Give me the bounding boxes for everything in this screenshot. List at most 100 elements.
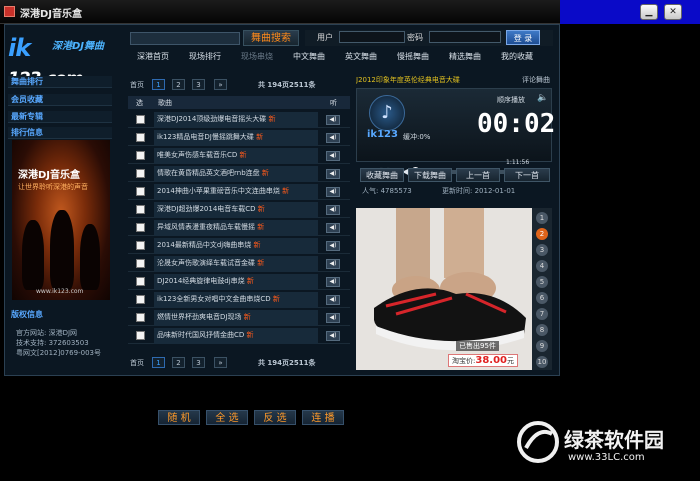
song-title[interactable]: 异域风情表漫重夜精品车载慢摇 xyxy=(157,223,255,231)
page-2[interactable]: 2 xyxy=(172,79,185,90)
page-next[interactable]: » xyxy=(214,79,227,90)
song-checkbox[interactable] xyxy=(136,313,145,322)
download-song-button[interactable]: 下载舞曲 xyxy=(408,168,452,182)
tab-selected[interactable]: 精选舞曲 xyxy=(442,49,488,65)
song-row[interactable]: DJ2014经典旋律电鼓dj串烧 新 ◀) xyxy=(128,274,350,290)
song-row[interactable]: 燃情世界杯劲爽电音DJ现场 新 ◀) xyxy=(128,310,350,326)
random-button[interactable]: 随 机 xyxy=(158,410,200,425)
ad-page-10[interactable]: 10 xyxy=(536,356,548,368)
comment-link[interactable]: 评论舞曲 xyxy=(510,74,550,86)
minimize-button[interactable]: ▁ xyxy=(640,4,658,20)
sidebar-item-rank-info[interactable]: 排行信息 xyxy=(8,127,112,139)
song-checkbox[interactable] xyxy=(136,169,145,178)
listen-icon[interactable]: ◀) xyxy=(326,241,340,251)
song-title[interactable]: ik123精品电音DJ慢摇跳舞大碟 xyxy=(157,133,254,141)
song-title-cell[interactable]: 品味新时代国风抒情金曲CD 新 xyxy=(154,328,318,344)
invert-select-button[interactable]: 反 选 xyxy=(254,410,296,425)
song-title[interactable]: 品味新时代国风抒情金曲CD xyxy=(157,331,244,339)
listen-icon[interactable]: ◀) xyxy=(326,169,340,179)
song-title-cell[interactable]: 唯美女声伤感车载音乐CD 新 xyxy=(154,148,318,164)
listen-icon[interactable]: ◀) xyxy=(326,115,340,125)
song-row[interactable]: 沦晟女声伤歌演绎车载试音金碟 新 ◀) xyxy=(128,256,350,272)
song-checkbox[interactable] xyxy=(136,133,145,142)
listen-icon[interactable]: ◀) xyxy=(326,151,340,161)
song-title[interactable]: ik123全新男女对唱中文金曲串烧CD xyxy=(157,295,271,303)
speaker-icon[interactable]: 🔈 xyxy=(537,93,548,103)
song-row[interactable]: ik123精品电音DJ慢摇跳舞大碟 新 ◀) xyxy=(128,130,350,146)
page-next[interactable]: » xyxy=(214,357,227,368)
page-3[interactable]: 3 xyxy=(192,79,205,90)
ad-page-5[interactable]: 5 xyxy=(536,276,548,288)
favorite-song-button[interactable]: 收藏舞曲 xyxy=(360,168,404,182)
song-checkbox[interactable] xyxy=(136,241,145,250)
song-title-cell[interactable]: ik123全新男女对唱中文金曲串烧CD 新 xyxy=(154,292,318,308)
song-checkbox[interactable] xyxy=(136,223,145,232)
song-row[interactable]: 2014最新精品中文dj嗨曲串烧 新 ◀) xyxy=(128,238,350,254)
song-title-cell[interactable]: 深港DJ2014顶级劲爆电音摇头大碟 新 xyxy=(154,112,318,128)
listen-icon[interactable]: ◀) xyxy=(326,277,340,287)
next-button[interactable]: 下一首 xyxy=(504,168,550,182)
pager-home[interactable]: 首页 xyxy=(130,358,144,368)
select-all-button[interactable]: 全 选 xyxy=(206,410,248,425)
tab-live-ranking[interactable]: 现场排行 xyxy=(182,49,228,65)
song-title-cell[interactable]: 沦晟女声伤歌演绎车载试音金碟 新 xyxy=(154,256,318,272)
page-3[interactable]: 3 xyxy=(192,357,205,368)
song-checkbox[interactable] xyxy=(136,115,145,124)
song-title-cell[interactable]: 2014抻曲小苹果重磅音乐中文连曲串烧 新 xyxy=(154,184,318,200)
listen-icon[interactable]: ◀) xyxy=(326,223,340,233)
ad-page-1[interactable]: 1 xyxy=(536,212,548,224)
ad-page-7[interactable]: 7 xyxy=(536,308,548,320)
listen-icon[interactable]: ◀) xyxy=(326,133,340,143)
song-checkbox[interactable] xyxy=(136,259,145,268)
song-title-cell[interactable]: DJ2014经典旋律电鼓dj串烧 新 xyxy=(154,274,318,290)
username-field[interactable] xyxy=(339,31,405,43)
page-1[interactable]: 1 xyxy=(152,79,165,90)
song-row[interactable]: 异域风情表漫重夜精品车载慢摇 新 ◀) xyxy=(128,220,350,236)
login-button[interactable]: 登 录 xyxy=(506,30,540,45)
song-title[interactable]: 深港DJ超劲爆2014电音车载CD xyxy=(157,205,256,213)
search-button[interactable]: 舞曲搜索 xyxy=(243,30,299,46)
song-title-cell[interactable]: 2014最新精品中文dj嗨曲串烧 新 xyxy=(154,238,318,254)
song-checkbox[interactable] xyxy=(136,205,145,214)
tab-slow[interactable]: 慢摇舞曲 xyxy=(390,49,436,65)
song-title[interactable]: 2014最新精品中文dj嗨曲串烧 xyxy=(157,241,251,249)
sidebar-item-new-albums[interactable]: 最新专辑 xyxy=(8,111,112,123)
password-field[interactable] xyxy=(429,31,501,43)
ad-page-9[interactable]: 9 xyxy=(536,340,548,352)
promo-banner[interactable]: 深港DJ音乐盒 让世界聆听深港的声音 www.ik123.com xyxy=(12,140,110,300)
song-title[interactable]: DJ2014经典旋律电鼓dj串烧 xyxy=(157,277,245,285)
tab-home[interactable]: 深港首页 xyxy=(130,49,176,65)
ad-page-2[interactable]: 2 xyxy=(536,228,548,240)
listen-icon[interactable]: ◀) xyxy=(326,259,340,269)
sidebar-item-ranking[interactable]: 舞曲排行 xyxy=(8,76,112,88)
song-title[interactable]: 情歌在黄昏精品英文酒吧rnb连盘 xyxy=(157,169,260,177)
tab-english[interactable]: 英文舞曲 xyxy=(338,49,384,65)
listen-icon[interactable]: ◀) xyxy=(326,205,340,215)
ad-page-6[interactable]: 6 xyxy=(536,292,548,304)
play-mode[interactable]: 顺序播放 xyxy=(497,95,525,105)
tab-live-medley[interactable]: 现场串烧 xyxy=(234,49,280,65)
song-title[interactable]: 沦晟女声伤歌演绎车载试音金碟 xyxy=(157,259,255,267)
ad-page-4[interactable]: 4 xyxy=(536,260,548,272)
song-title[interactable]: 2014抻曲小苹果重磅音乐中文连曲串烧 xyxy=(157,187,280,195)
song-title[interactable]: 深港DJ2014顶级劲爆电音摇头大碟 xyxy=(157,115,266,123)
song-row[interactable]: 唯美女声伤感车载音乐CD 新 ◀) xyxy=(128,148,350,164)
listen-icon[interactable]: ◀) xyxy=(326,331,340,341)
ad-page-3[interactable]: 3 xyxy=(536,244,548,256)
tab-chinese[interactable]: 中文舞曲 xyxy=(286,49,332,65)
ad-page-8[interactable]: 8 xyxy=(536,324,548,336)
song-title[interactable]: 燃情世界杯劲爽电音DJ现场 xyxy=(157,313,241,321)
song-title-cell[interactable]: 深港DJ超劲爆2014电音车载CD 新 xyxy=(154,202,318,218)
continuous-play-button[interactable]: 连 播 xyxy=(302,410,344,425)
song-checkbox[interactable] xyxy=(136,187,145,196)
song-checkbox[interactable] xyxy=(136,295,145,304)
song-checkbox[interactable] xyxy=(136,331,145,340)
song-title-cell[interactable]: 情歌在黄昏精品英文酒吧rnb连盘 新 xyxy=(154,166,318,182)
sidebar-item-member-favorites[interactable]: 会员收藏 xyxy=(8,94,112,106)
listen-icon[interactable]: ◀) xyxy=(326,295,340,305)
search-input[interactable] xyxy=(130,32,240,45)
close-button[interactable]: ✕ xyxy=(664,4,682,20)
page-1[interactable]: 1 xyxy=(152,357,165,368)
song-row[interactable]: ik123全新男女对唱中文金曲串烧CD 新 ◀) xyxy=(128,292,350,308)
pager-home[interactable]: 首页 xyxy=(130,80,144,90)
